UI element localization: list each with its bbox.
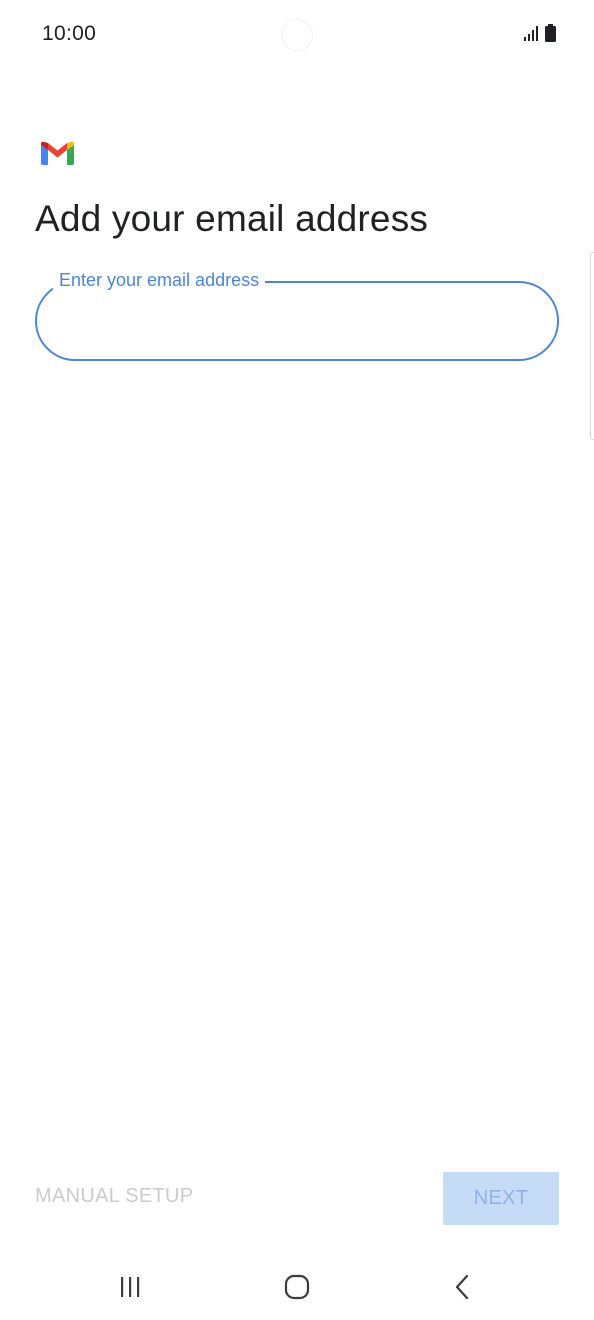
edge-panel-handle[interactable] — [590, 252, 594, 440]
back-icon — [455, 1274, 469, 1300]
battery-icon — [545, 24, 556, 42]
email-input[interactable] — [59, 303, 533, 341]
status-icons — [523, 24, 556, 42]
recent-apps-icon — [121, 1277, 140, 1297]
status-bar: 10:00 — [0, 0, 594, 68]
status-time: 10:00 — [42, 22, 97, 45]
gmail-logo-icon — [41, 141, 74, 165]
page-title: Add your email address — [35, 198, 429, 239]
email-field[interactable]: Enter your email address — [35, 268, 559, 361]
navigation-bar — [0, 1255, 594, 1320]
camera-cutout — [281, 19, 313, 51]
manual-setup-button[interactable]: MANUAL SETUP — [35, 1185, 193, 1208]
home-button[interactable] — [267, 1267, 327, 1307]
signal-icon — [524, 26, 538, 41]
home-icon — [284, 1274, 310, 1300]
back-button[interactable] — [433, 1267, 493, 1307]
email-field-label: Enter your email address — [53, 268, 266, 292]
next-button[interactable]: NEXT — [443, 1172, 559, 1225]
recent-apps-button[interactable] — [100, 1267, 160, 1307]
